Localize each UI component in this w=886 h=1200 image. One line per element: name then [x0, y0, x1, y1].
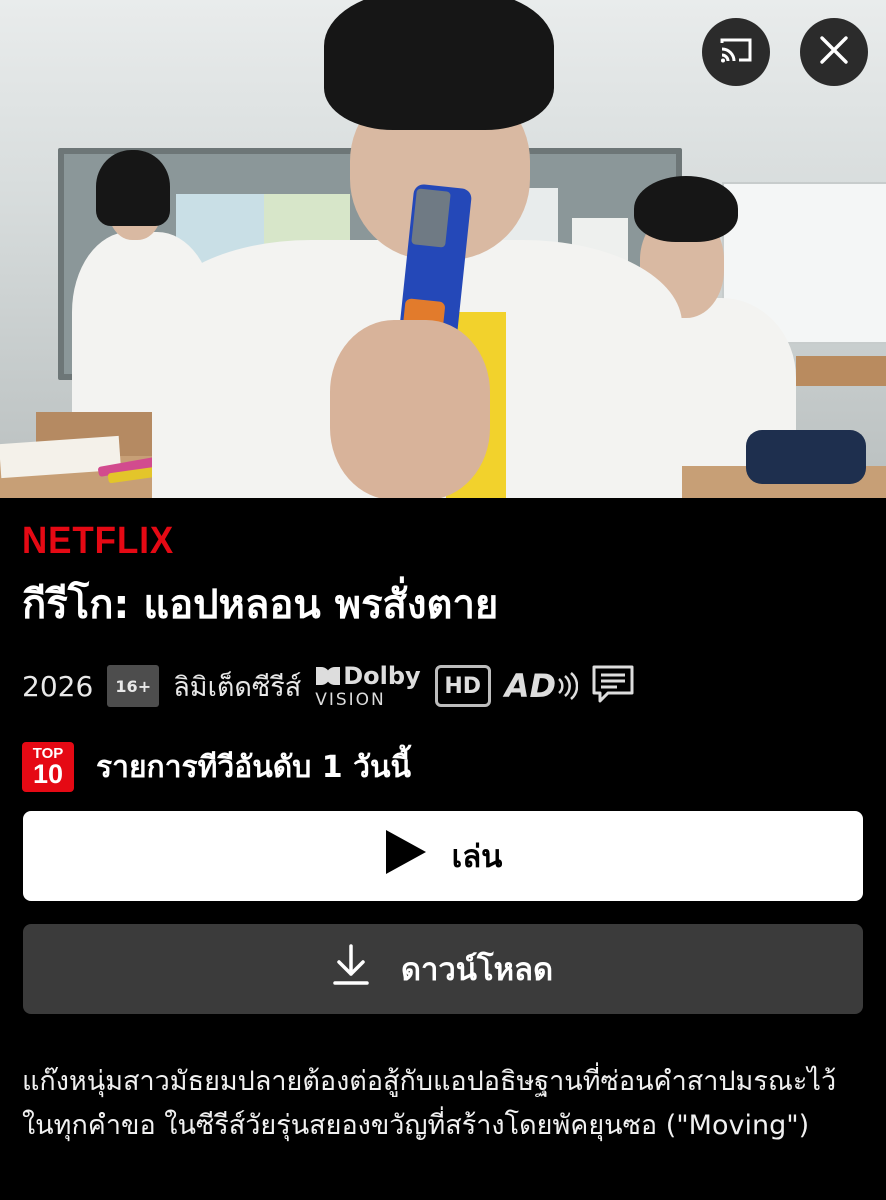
top10-badge-number: 10: [32, 759, 64, 789]
audio-description-label: AD: [504, 667, 557, 705]
close-button[interactable]: [800, 18, 868, 86]
play-button[interactable]: เล่น: [23, 811, 863, 901]
play-label: เล่น: [451, 839, 503, 875]
page-title: กีรีโก: แอปหลอน พรสั่งตาย: [22, 582, 499, 628]
dolby-label: Dolby: [343, 661, 421, 690]
dolby-vision-badge: Dolby VISION: [315, 664, 420, 709]
play-icon: [384, 828, 428, 884]
audio-description-badge: AD: [504, 667, 579, 705]
download-label: ดาวน์โหลด: [400, 952, 554, 988]
synopsis: แก๊งหนุ่มสาวมัธยมปลายต้องต่อสู้กับแอปอธิ…: [22, 1066, 837, 1141]
top10-row: TOP 10 รายการทีวีอันดับ 1 วันนี้: [22, 742, 411, 792]
metadata-row: 2026 16+ ลิมิเต็ดซีรีส์ Dolby VISION HD …: [22, 660, 634, 712]
download-button[interactable]: ดาวน์โหลด: [23, 924, 863, 1014]
audio-waves-icon: [558, 672, 579, 700]
hero-image: [0, 0, 886, 498]
close-icon: [819, 35, 849, 69]
dolby-icon: [316, 666, 341, 685]
cast-icon: [719, 36, 753, 68]
top10-text: รายการทีวีอันดับ 1 วันนี้: [96, 749, 411, 785]
netflix-logo: NETFLIX: [22, 520, 175, 562]
maturity-rating-badge: 16+: [107, 665, 160, 707]
hd-badge: HD: [434, 665, 491, 707]
top10-badge: TOP 10: [22, 742, 74, 792]
download-icon: [333, 944, 369, 994]
content-type: ลิมิเต็ดซีรีส์: [173, 671, 302, 703]
vision-label: VISION: [315, 689, 386, 710]
cast-button[interactable]: [702, 18, 770, 86]
subtitles-icon: [592, 665, 634, 707]
release-year: 2026: [22, 669, 94, 703]
